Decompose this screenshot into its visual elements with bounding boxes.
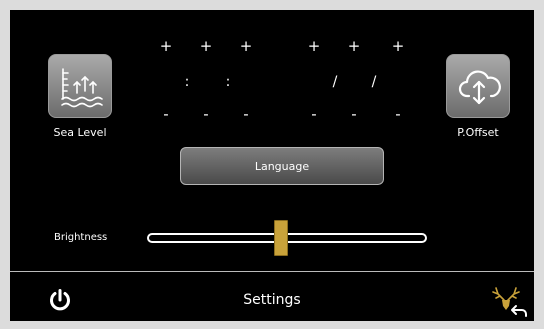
sea-level-button[interactable]: [48, 54, 112, 118]
device-screen: + + + : : - - - + + + / / - - - Sea Leve: [10, 10, 534, 321]
time-second-decrement[interactable]: -: [236, 107, 256, 122]
date-part3-increment[interactable]: +: [388, 39, 408, 54]
sea-level-icon: [61, 68, 103, 108]
language-button[interactable]: Language: [180, 147, 384, 185]
p-offset-label: P.Offset: [457, 126, 499, 139]
date-part3-decrement[interactable]: -: [388, 107, 408, 122]
date-separator: /: [371, 74, 377, 90]
time-hour-increment[interactable]: +: [156, 39, 176, 54]
page-title: Settings: [243, 292, 301, 308]
time-separator: :: [225, 74, 231, 90]
date-part2-increment[interactable]: +: [344, 39, 364, 54]
p-offset-button[interactable]: [446, 54, 510, 118]
date-part1-decrement[interactable]: -: [304, 107, 324, 122]
deer-back-icon[interactable]: [484, 286, 530, 318]
time-second-increment[interactable]: +: [236, 39, 256, 54]
brightness-slider-thumb[interactable]: [274, 220, 289, 256]
time-separator: :: [184, 74, 190, 90]
cloud-arrows-icon: [458, 70, 501, 105]
sea-level-label: Sea Level: [53, 126, 107, 139]
time-minute-increment[interactable]: +: [196, 39, 216, 54]
date-part2-decrement[interactable]: -: [344, 107, 364, 122]
footer-divider: [10, 271, 534, 272]
time-hour-decrement[interactable]: -: [156, 107, 176, 122]
brightness-label: Brightness: [54, 232, 108, 243]
date-part1-increment[interactable]: +: [304, 39, 324, 54]
language-button-label: Language: [254, 159, 310, 173]
date-separator: /: [332, 74, 338, 90]
time-minute-decrement[interactable]: -: [196, 107, 216, 122]
